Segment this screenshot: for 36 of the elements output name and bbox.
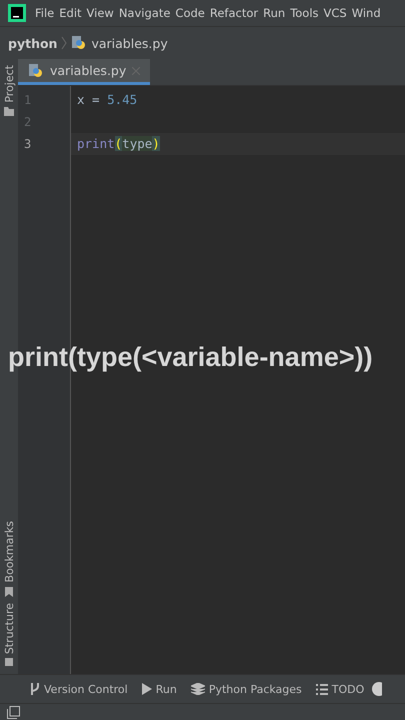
editor-tab[interactable]: variables.py [18,59,150,85]
breadcrumb-item[interactable]: variables.py [91,36,168,50]
menu-item[interactable]: Wind [352,6,381,20]
tool-window-button[interactable]: Python Packages [190,682,302,696]
tool-window-button[interactable]: Project [2,59,16,116]
line-number: 3 [23,136,32,153]
menu-item[interactable]: View [86,6,114,20]
app-logo-icon [8,4,26,22]
menu-item[interactable]: Navigate [118,6,170,20]
chevron-icon [61,36,68,50]
caption-text: print(type(<variable-name>)) [8,342,373,373]
list-icon [316,684,328,694]
menu-item[interactable]: File [35,6,54,20]
tool-window-button[interactable]: Bookmarks [2,515,16,597]
tool-window-button[interactable]: Structure [2,596,16,666]
folder-icon [4,106,14,116]
tool-window-button[interactable]: TODO [316,682,364,696]
structure-icon [5,658,13,666]
tool-window-button[interactable]: Version Control [30,682,128,696]
python-file-icon [28,62,44,78]
menu-item[interactable]: Edit [59,6,82,20]
python-file-icon [71,35,88,51]
layout-icon[interactable] [7,706,20,718]
menu-item[interactable]: Tools [290,6,319,20]
breadcrumb-item[interactable]: python [8,36,58,50]
menu-item[interactable]: Refactor [210,6,258,20]
menu-item[interactable]: Run [263,6,286,20]
layers-icon [190,683,205,695]
bookmark-icon [5,586,13,597]
code-line: x = 5.45 [77,92,138,107]
tool-window-button[interactable]: Run [142,682,177,696]
menu-item[interactable]: VCS [324,6,347,20]
play-icon [142,683,152,695]
branch-icon [30,683,40,695]
menu-item[interactable]: Code [175,6,205,20]
code-line: print(type) [77,136,160,151]
